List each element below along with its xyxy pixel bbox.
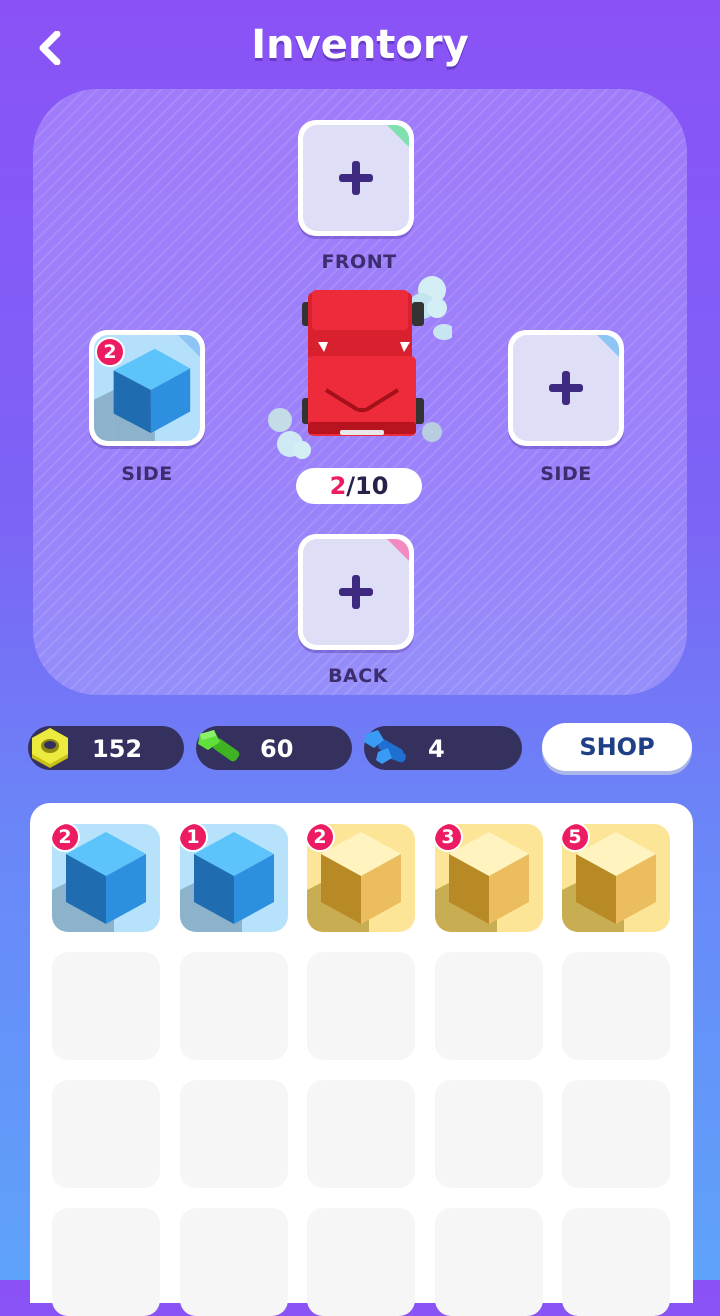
capacity-total: 10 [355,472,389,500]
inventory-item-gold-cube[interactable]: 2 [307,824,415,932]
inventory-empty-slot[interactable] [307,1208,415,1316]
inventory-item-blue-cube[interactable]: 2 [52,824,160,932]
right-side-slot[interactable] [508,330,624,446]
page-title: Inventory [251,22,469,68]
smoke-puff [433,324,452,340]
back-slot[interactable] [298,534,414,650]
inventory-empty-slot[interactable] [435,952,543,1060]
left-side-slot-label: SIDE [121,463,173,485]
inventory-empty-slot[interactable] [307,1080,415,1188]
inventory-item-gold-cube[interactable]: 3 [435,824,543,932]
smoke-puff [268,408,292,432]
shop-button[interactable]: SHOP [542,723,692,771]
inventory-empty-slot[interactable] [52,1080,160,1188]
smoke-puff [427,298,447,318]
nut-icon [32,728,68,768]
smoke-puff [293,441,311,459]
inventory-empty-slot[interactable] [435,1080,543,1188]
screws-icon [364,730,406,764]
plus-icon [339,161,373,195]
front-slot-label: FRONT [321,251,397,273]
inventory-empty-slot[interactable] [562,952,670,1060]
inventory-empty-slot[interactable] [562,1080,670,1188]
slot-corner-marker [386,539,409,562]
bolt-resource: 60 [196,726,352,770]
capacity-separator: / [346,472,356,500]
vehicle-capacity-counter: 2/10 [296,468,422,504]
item-count-badge: 2 [95,337,125,367]
front-slot[interactable] [298,120,414,236]
capacity-used: 2 [329,472,347,500]
plus-icon [339,575,373,609]
inventory-empty-slot[interactable] [52,1208,160,1316]
screws-resource: 4 [364,726,522,770]
nut-count: 152 [92,735,143,763]
inventory-empty-slot[interactable] [180,1080,288,1188]
inventory-item-blue-cube[interactable]: 1 [180,824,288,932]
right-side-slot-label: SIDE [540,463,592,485]
smoke-puff [422,422,442,442]
inventory-empty-slot[interactable] [180,952,288,1060]
truck-vehicle [268,276,452,459]
bolt-count: 60 [260,735,294,763]
slot-corner-marker [386,125,409,148]
screws-count: 4 [428,735,445,763]
inventory-empty-slot[interactable] [52,952,160,1060]
inventory-empty-slot[interactable] [562,1208,670,1316]
inventory-empty-slot[interactable] [435,1208,543,1316]
inventory-empty-slot[interactable] [180,1208,288,1316]
bolt-icon [198,730,240,762]
inventory-item-gold-cube[interactable]: 5 [562,824,670,932]
back-slot-label: BACK [328,665,388,687]
inventory-empty-slot[interactable] [307,952,415,1060]
nut-resource: 152 [28,726,184,770]
plus-icon [549,371,583,405]
slot-corner-marker [596,335,619,358]
